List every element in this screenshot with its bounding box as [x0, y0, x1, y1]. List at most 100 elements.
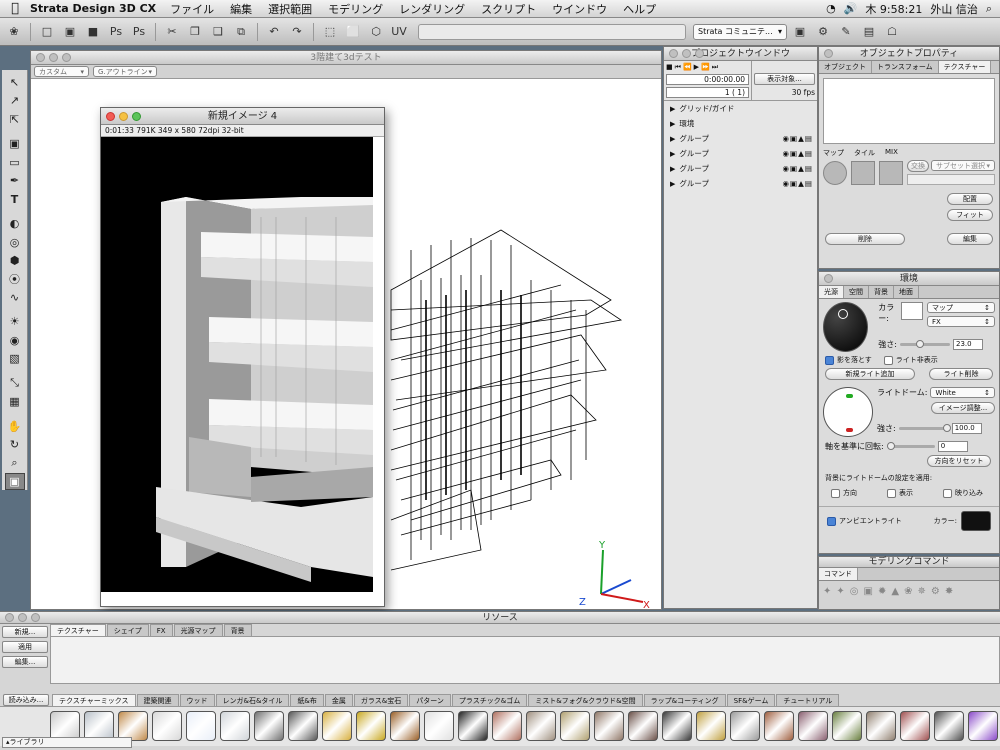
end-icon[interactable]: ⏭	[712, 63, 718, 72]
cmd-bend-icon[interactable]: ✵	[917, 586, 925, 597]
visibility-icons[interactable]: ◉▣▲▤	[783, 179, 817, 188]
hand-tool-icon[interactable]: ✋	[5, 418, 25, 435]
subset-field[interactable]	[907, 174, 995, 185]
community-select[interactable]: Strata コミュニテ... ▾	[693, 23, 787, 40]
edit-resource-button[interactable]: 編集...	[2, 656, 48, 668]
texture-swatch[interactable]	[492, 711, 522, 741]
place-button[interactable]: 配置	[947, 193, 993, 205]
clock[interactable]: 木 9:58:21	[865, 1, 922, 17]
lathe-tool-icon[interactable]: ◐	[5, 215, 25, 232]
texture-swatch[interactable]	[390, 711, 420, 741]
step-fwd-icon[interactable]: ⏩	[701, 63, 710, 72]
tab-ground[interactable]: 地面	[894, 286, 919, 298]
library-select[interactable]: ▴ライブラリ	[2, 737, 132, 748]
measure-tool-icon[interactable]: ⤡	[5, 375, 25, 392]
cmd-star-icon[interactable]: ✹	[878, 586, 886, 597]
copy-icon[interactable]: ❐	[185, 22, 205, 42]
lib-tab-texture-mix[interactable]: テクスチャーミックス	[52, 694, 136, 706]
tab-transform[interactable]: トランスフォーム	[872, 61, 939, 73]
boolean-tool-icon[interactable]: ⦿	[5, 271, 25, 288]
open-file-icon[interactable]: ▣	[60, 22, 80, 42]
select-tool-icon[interactable]: ↗	[5, 93, 25, 110]
extrude-tool-icon[interactable]: ⬢	[5, 252, 25, 269]
user-name[interactable]: 外山 信治	[930, 1, 978, 17]
move-tool-icon[interactable]: ↖	[5, 74, 25, 91]
zoom-tool-icon[interactable]: ⌕	[5, 455, 25, 472]
lib-tab-mist-fog[interactable]: ミスト&フォグ&クラウド&空間	[528, 694, 643, 706]
tab-command[interactable]: コマンド	[819, 568, 858, 580]
texture-swatch[interactable]	[526, 711, 556, 741]
redo-icon[interactable]: ↷	[287, 22, 307, 42]
show-checkbox[interactable]: 表示	[887, 488, 913, 498]
camera-tool-icon[interactable]: ◉	[5, 332, 25, 349]
reshape-tool-icon[interactable]: ⇱	[5, 111, 25, 128]
undo-icon[interactable]: ↶	[264, 22, 284, 42]
group-icon[interactable]: ⬚	[320, 22, 340, 42]
text-tool-icon[interactable]: T	[5, 191, 25, 208]
wifi-icon[interactable]: ◔	[826, 2, 836, 15]
new-resource-button[interactable]: 新規...	[2, 626, 48, 638]
visibility-icons[interactable]: ◉▣▲▤	[783, 134, 817, 143]
photoshop-export-icon[interactable]: Ps	[129, 22, 149, 42]
gear-icon[interactable]: ⚙	[813, 22, 833, 42]
lib-tab-brick-stone[interactable]: レンガ&石&タイル	[215, 694, 290, 706]
save-icon[interactable]: ■	[83, 22, 103, 42]
cube-icon[interactable]: ▣	[790, 22, 810, 42]
image-window-controls[interactable]	[106, 112, 141, 121]
apple-icon[interactable]: 	[0, 1, 30, 16]
cmd-sphere-icon[interactable]: ◎	[850, 586, 859, 597]
cmd-cone-icon[interactable]: ▲	[891, 586, 899, 597]
texture-swatch[interactable]	[186, 711, 216, 741]
dome-strength-input[interactable]: 100.0	[951, 423, 982, 434]
texture-swatch[interactable]	[628, 711, 658, 741]
reflection-checkbox[interactable]: 映り込み	[943, 488, 983, 498]
volume-icon[interactable]: 🔊	[844, 2, 858, 15]
resource-list[interactable]	[50, 636, 1000, 684]
direction-checkbox[interactable]: 方向	[831, 488, 857, 498]
texture-swatch[interactable]	[764, 711, 794, 741]
tab-object[interactable]: オブジェクト	[819, 61, 872, 73]
texture-swatch[interactable]	[254, 711, 284, 741]
tab-light-maps[interactable]: 光源マップ	[173, 624, 223, 636]
resources-window-controls[interactable]	[5, 613, 40, 622]
cmd-fan-icon[interactable]: ✸	[945, 586, 953, 597]
lib-tab-glass-gem[interactable]: ガラス&宝石	[353, 694, 409, 706]
texture-swatch[interactable]	[356, 711, 386, 741]
cart-icon[interactable]: ☖	[882, 22, 902, 42]
render-tool-icon[interactable]: ▧	[5, 351, 25, 368]
apply-resource-button[interactable]: 適用	[2, 641, 48, 653]
cmd-scale-icon[interactable]: ✦	[836, 586, 844, 597]
light-direction-ball[interactable]	[823, 302, 869, 352]
subset-select[interactable]: サブセット選択 ▾	[931, 160, 995, 171]
cmd-gear-icon[interactable]: ⚙	[931, 586, 940, 597]
render-mode-select[interactable]: G.アウトライン ▾	[93, 66, 157, 77]
menu-edit[interactable]: 編集	[230, 1, 252, 17]
shop-icon[interactable]: ▤	[859, 22, 879, 42]
paste-icon[interactable]: ❑	[208, 22, 228, 42]
new-file-icon[interactable]: □	[37, 22, 57, 42]
cube-tool-icon[interactable]: ▣	[5, 135, 25, 152]
project-item-grid[interactable]: ▶ グリッド/ガイド	[664, 101, 817, 116]
rotate-input[interactable]: 0	[937, 441, 968, 452]
project-item-group[interactable]: ▶ グループ ◉▣▲▤	[664, 146, 817, 161]
tab-background[interactable]: 背景	[869, 286, 894, 298]
dome-select[interactable]: White ↕	[930, 387, 995, 398]
tab-texture[interactable]: テクスチャー	[938, 61, 992, 73]
fx-select[interactable]: FX ↕	[927, 316, 995, 327]
lib-tab-wrap-coating[interactable]: ラップ&コーティング	[643, 694, 726, 706]
tab-backgrounds[interactable]: 背景	[223, 624, 252, 636]
lib-tab-metal[interactable]: 金属	[324, 694, 353, 706]
cmd-cube-icon[interactable]: ▣	[864, 586, 873, 597]
ambient-color-swatch[interactable]	[961, 511, 991, 531]
camera-view-icon[interactable]: ▣	[4, 473, 25, 490]
rotate-view-icon[interactable]: ↻	[5, 436, 25, 453]
light-color-swatch[interactable]	[901, 302, 923, 320]
uv-icon[interactable]: UV	[389, 22, 409, 42]
texture-swatch[interactable]	[322, 711, 352, 741]
texture-swatch[interactable]	[220, 711, 250, 741]
path-tool-icon[interactable]: ∿	[5, 289, 25, 306]
texture-swatch[interactable]	[560, 711, 590, 741]
light-tool-icon[interactable]: ☀	[5, 314, 25, 331]
duplicate-icon[interactable]: ⧉	[231, 22, 251, 42]
rect-tool-icon[interactable]: ▭	[5, 154, 25, 171]
